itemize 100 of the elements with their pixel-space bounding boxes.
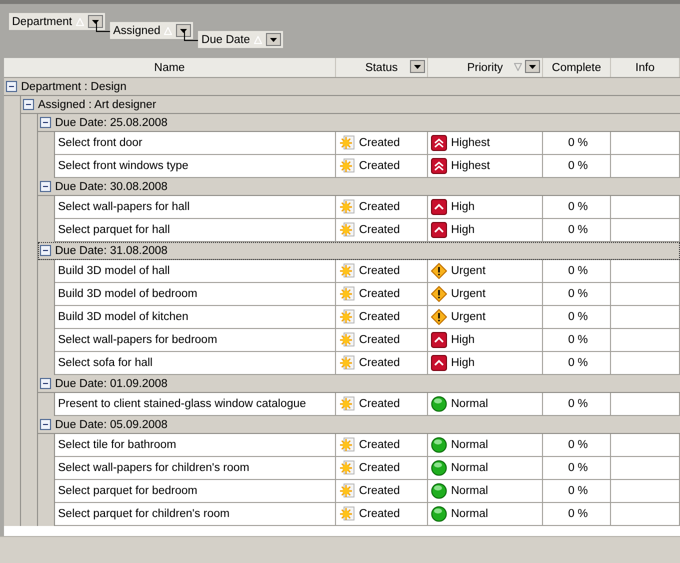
status-text: Created [359,334,400,346]
complete-text: 0 % [568,398,588,410]
chevron-icon [431,355,447,371]
collapse-icon[interactable] [40,117,51,128]
priority-text: High [451,334,475,346]
double-chevron-icon [431,135,447,151]
group-by-chip[interactable]: Due Date [198,31,283,48]
ball-icon [431,396,447,412]
ball-icon [431,506,447,522]
complete-text: 0 % [568,160,588,172]
priority-text: Normal [451,462,488,474]
collapse-icon[interactable] [23,99,34,110]
status-text: Created [359,485,400,497]
group-row[interactable]: Due Date: 05.09.2008 [38,416,680,434]
task-name: Select front windows type [58,160,188,172]
complete-text: 0 % [568,334,588,346]
priority-text: High [451,357,475,369]
group-row[interactable]: Due Date: 01.09.2008 [38,375,680,393]
dropdown-button[interactable] [176,24,192,37]
ball-icon [431,437,447,453]
column-header[interactable]: Status [336,58,428,77]
task-name: Select front door [58,137,142,149]
column-header[interactable]: Priority [428,58,543,77]
sun-icon [339,222,355,238]
filter-button[interactable] [410,60,425,73]
sun-icon [339,263,355,279]
priority-text: Highest [451,160,490,172]
complete-text: 0 % [568,224,588,236]
status-text: Created [359,288,400,300]
sun-icon [339,199,355,215]
group-row[interactable]: Due Date: 30.08.2008 [38,178,680,196]
sun-icon [339,355,355,371]
group-label: Assigned : Art designer [38,98,156,110]
dropdown-button[interactable] [266,33,281,46]
complete-text: 0 % [568,201,588,213]
double-chevron-icon [431,158,447,174]
task-name: Select wall-papers for hall [58,201,190,213]
status-text: Created [359,160,400,172]
priority-text: Normal [451,398,488,410]
sun-icon [339,460,355,476]
priority-text: High [451,201,475,213]
collapse-icon[interactable] [40,378,51,389]
complete-text: 0 % [568,508,588,520]
status-text: Created [359,398,400,410]
complete-text: 0 % [568,357,588,369]
group-row[interactable]: Due Date: 31.08.2008 [38,242,680,260]
collapse-icon[interactable] [40,181,51,192]
dropdown-button[interactable] [88,15,104,28]
group-row[interactable]: Department : Design [4,78,680,96]
column-header[interactable]: Info [611,58,680,77]
task-name: Build 3D model of kitchen [58,311,188,323]
group-by-chip[interactable]: Assigned [110,22,194,39]
group-row[interactable]: Due Date: 25.08.2008 [38,114,680,132]
caret-icon [414,64,421,68]
sun-icon [339,309,355,325]
caret-icon [92,20,100,24]
task-name: Build 3D model of bedroom [58,288,198,300]
filter-button[interactable] [525,60,540,73]
chevron-icon [431,222,447,238]
group-label: Due Date: 25.08.2008 [55,116,168,128]
group-label: Due Date: 31.08.2008 [55,244,168,256]
task-name: Select tile for bathroom [58,439,176,451]
priority-text: Normal [451,508,488,520]
complete-text: 0 % [568,288,588,300]
collapse-icon[interactable] [40,245,51,256]
group-by-chip[interactable]: Department [9,13,106,30]
task-name: Select parquet for bedroom [58,485,198,497]
column-header[interactable]: Name [4,58,336,77]
priority-text: Urgent [451,311,486,323]
status-text: Created [359,137,400,149]
priority-text: Highest [451,137,490,149]
column-header[interactable]: Complete [543,58,611,77]
priority-text: Urgent [451,288,486,300]
sun-icon [339,286,355,302]
collapse-icon[interactable] [6,81,17,92]
warning-icon [431,263,447,279]
priority-text: Normal [451,485,488,497]
complete-text: 0 % [568,485,588,497]
warning-icon [431,286,447,302]
collapse-icon[interactable] [40,419,51,430]
caret-icon [529,64,536,68]
sun-icon [339,332,355,348]
complete-text: 0 % [568,137,588,149]
group-label: Due Date: 01.09.2008 [55,378,168,390]
ball-icon [431,460,447,476]
status-text: Created [359,265,400,277]
sun-icon [339,135,355,151]
sun-icon [339,483,355,499]
status-text: Created [359,439,400,451]
task-name: Select parquet for hall [58,224,170,236]
sun-icon [339,158,355,174]
status-text: Created [359,201,400,213]
status-text: Created [359,224,400,236]
complete-text: 0 % [568,265,588,277]
priority-text: Normal [451,439,488,451]
caret-icon [180,28,188,32]
task-name: Select parquet for children's room [58,508,230,520]
group-label: Due Date: 05.09.2008 [55,418,168,430]
group-row[interactable]: Assigned : Art designer [21,96,680,114]
task-name: Select wall-papers for children's room [58,462,250,474]
